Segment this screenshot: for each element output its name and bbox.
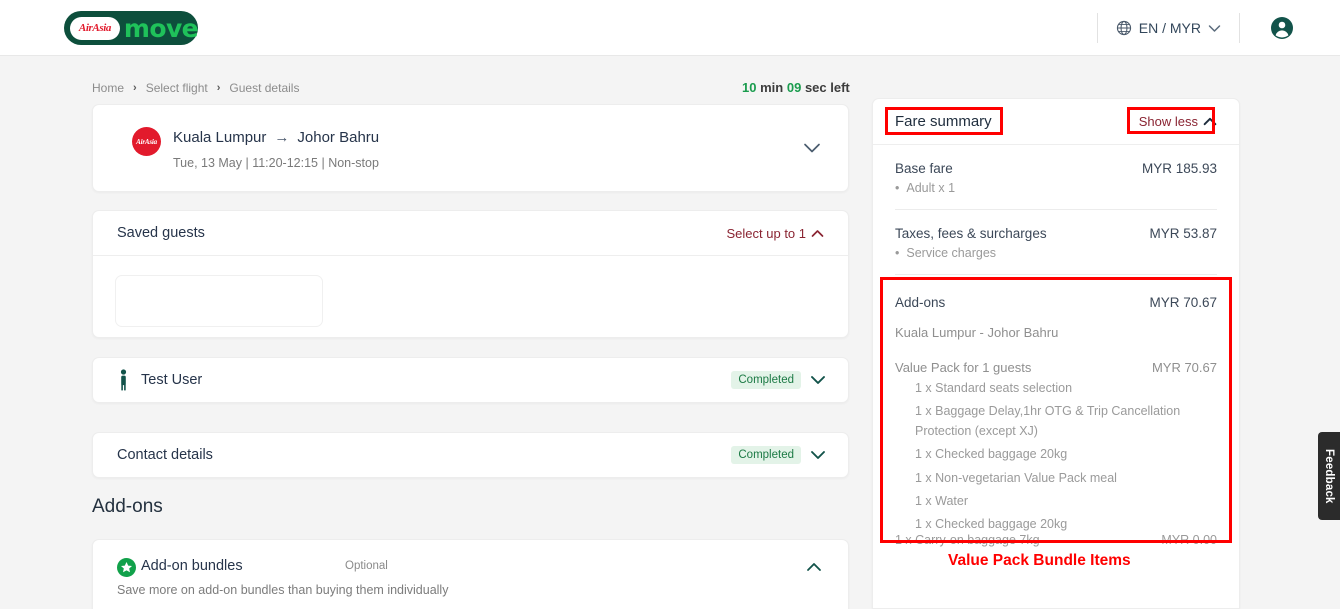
saved-guests-title: Saved guests	[117, 225, 205, 241]
guest-row-chevron-down-icon[interactable]	[810, 375, 826, 385]
guest-row-status-group: Completed	[731, 371, 826, 389]
carry-on-label: 1 x Carry-on baggage 7kg	[895, 533, 1040, 547]
site-header: AirAsia move EN / MYR	[0, 0, 1340, 56]
flight-summary-card[interactable]: AirAsia Kuala Lumpur → Johor Bahru Tue, 13…	[92, 104, 849, 192]
flight-card-chevron-down-icon[interactable]	[803, 143, 821, 154]
contact-row-status-group: Completed	[731, 446, 826, 464]
value-pack-item: 1 x Checked baggage 20kg	[895, 511, 1217, 534]
airasia-wordmark: AirAsia	[70, 17, 120, 40]
saved-guest-placeholder	[115, 275, 323, 327]
chevron-up-icon	[1203, 117, 1217, 126]
language-currency-selector[interactable]: EN / MYR	[1098, 20, 1239, 36]
fare-summary-header: Fare summary Show less	[873, 99, 1239, 145]
carry-on-amount: MYR 0.00	[1161, 533, 1217, 547]
annotation-label-value-pack: Value Pack Bundle Items	[948, 552, 1131, 570]
value-pack-item: 1 x Baggage Delay,1hr OTG & Trip Cancell…	[895, 398, 1217, 441]
status-badge: Completed	[731, 446, 801, 464]
saved-guests-header: Saved guests Select up to 1	[93, 211, 848, 256]
contact-details-title: Contact details	[117, 447, 213, 463]
fare-addons-block: Add-ons MYR 70.67 Kuala Lumpur - Johor B…	[895, 275, 1217, 547]
timer-minutes: 10	[742, 80, 756, 95]
addons-label: Add-ons	[895, 295, 945, 310]
addon-bundles-chevron-up-icon[interactable]	[806, 562, 822, 572]
addon-bundles-subtitle: Save more on add-on bundles than buying …	[117, 583, 448, 597]
fare-row-base-fare: Base fare MYR 185.93	[895, 145, 1217, 176]
flight-destination: Johor Bahru	[297, 129, 379, 146]
fare-summary-toggle-label: Show less	[1139, 114, 1198, 129]
fare-summary-card: Fare summary Show less Base fare MYR 185…	[872, 98, 1240, 609]
taxes-label: Taxes, fees & surcharges	[895, 226, 1047, 241]
breadcrumb: Home › Select flight › Guest details	[92, 81, 299, 95]
chevron-down-icon	[1208, 24, 1221, 33]
timer-minutes-unit: min	[760, 80, 783, 95]
breadcrumb-separator-icon-2: ›	[217, 82, 221, 94]
account-circle-icon	[1270, 16, 1294, 40]
timer-seconds: 09	[787, 80, 801, 95]
fare-row-taxes: Taxes, fees & surcharges MYR 53.87	[895, 210, 1217, 241]
addons-route: Kuala Lumpur - Johor Bahru	[895, 310, 1217, 340]
taxes-amount: MYR 53.87	[1149, 226, 1217, 241]
star-badge-icon	[117, 558, 136, 577]
person-icon	[117, 369, 130, 391]
addons-amount: MYR 70.67	[1149, 295, 1217, 310]
addon-bundles-card: Add-on bundles Optional Save more on add…	[92, 539, 849, 609]
saved-guests-card: Saved guests Select up to 1	[92, 210, 849, 338]
value-pack-item: 1 x Non-vegetarian Value Pack meal	[895, 465, 1217, 488]
session-timer: 10 min 09 sec left	[742, 80, 850, 95]
feedback-tab[interactable]: Feedback	[1318, 432, 1340, 520]
account-button[interactable]	[1240, 16, 1340, 40]
arrow-right-icon: →	[274, 129, 289, 146]
flight-origin: Kuala Lumpur	[173, 129, 266, 146]
carry-on-row: 1 x Carry-on baggage 7kg MYR 0.00	[895, 533, 1217, 547]
header-right-controls: EN / MYR	[1097, 0, 1340, 56]
chevron-up-icon	[811, 229, 824, 238]
breadcrumb-item-select-flight[interactable]: Select flight	[146, 81, 208, 95]
page-root: AirAsia move EN / MYR	[0, 0, 1340, 609]
globe-icon	[1116, 20, 1132, 36]
guest-detail-row[interactable]: Test User Completed	[92, 357, 849, 403]
airasia-logo-text: AirAsia	[79, 22, 111, 34]
base-fare-sub: Adult x 1	[895, 176, 1217, 195]
airasia-circle-icon: AirAsia	[132, 127, 161, 156]
fare-row-addons: Add-ons MYR 70.67	[895, 289, 1217, 310]
base-fare-label: Base fare	[895, 161, 953, 176]
language-currency-label: EN / MYR	[1139, 20, 1201, 36]
breadcrumb-item-home[interactable]: Home	[92, 81, 124, 95]
taxes-sub: Service charges	[895, 241, 1217, 260]
saved-guests-select-label: Select up to 1	[727, 226, 807, 241]
value-pack-label: Value Pack for 1 guests	[895, 360, 1031, 375]
flight-route: Kuala Lumpur → Johor Bahru	[173, 129, 379, 146]
value-pack-amount: MYR 70.67	[1152, 360, 1217, 375]
breadcrumb-item-guest-details: Guest details	[229, 81, 299, 95]
breadcrumb-separator-icon: ›	[133, 82, 137, 94]
timer-seconds-unit: sec left	[805, 80, 850, 95]
base-fare-amount: MYR 185.93	[1142, 161, 1217, 176]
status-badge: Completed	[731, 371, 801, 389]
value-pack-item: 1 x Standard seats selection	[895, 375, 1217, 398]
addons-section-title: Add-ons	[92, 496, 163, 518]
addon-bundles-title: Add-on bundles	[141, 558, 243, 574]
contact-row-chevron-down-icon[interactable]	[810, 450, 826, 460]
airasia-circle-logo-text: AirAsia	[136, 138, 157, 146]
feedback-tab-label: Feedback	[1323, 449, 1335, 504]
fare-summary-toggle[interactable]: Show less	[1139, 114, 1217, 129]
move-logo-text: move	[124, 14, 198, 43]
flight-details: Tue, 13 May | 11:20-12:15 | Non-stop	[173, 156, 379, 170]
addon-bundles-optional-label: Optional	[345, 560, 388, 572]
value-pack-item: 1 x Water	[895, 488, 1217, 511]
value-pack-item: 1 x Checked baggage 20kg	[895, 441, 1217, 464]
value-pack-row: Value Pack for 1 guests MYR 70.67	[895, 340, 1217, 375]
fare-summary-body: Base fare MYR 185.93 Adult x 1 Taxes, fe…	[873, 145, 1239, 547]
guest-name: Test User	[141, 372, 202, 388]
fare-summary-title: Fare summary	[895, 113, 992, 130]
saved-guests-select-toggle[interactable]: Select up to 1	[727, 226, 825, 241]
contact-details-row[interactable]: Contact details Completed	[92, 432, 849, 478]
airasia-move-logo[interactable]: AirAsia move	[64, 11, 198, 45]
